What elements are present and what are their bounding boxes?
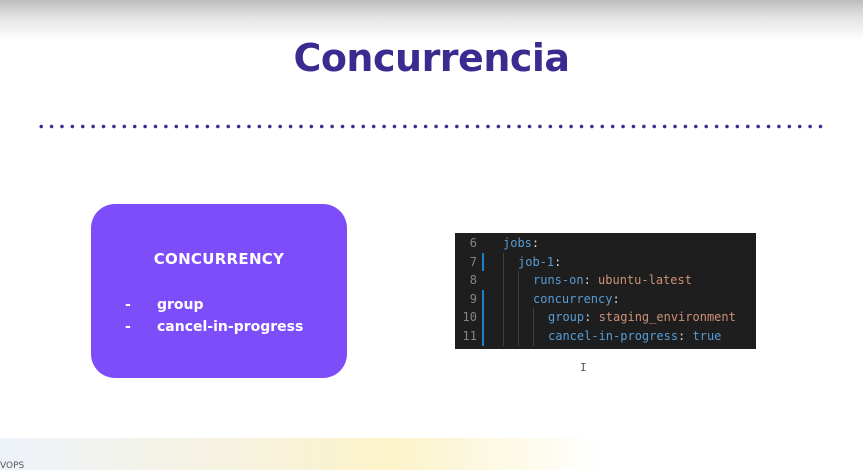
yaml-key: job-1 (518, 254, 555, 269)
line-number: 11 (462, 328, 477, 343)
concurrency-card: CONCURRENCY - group - cancel-in-progress (91, 204, 347, 378)
card-heading: CONCURRENCY (153, 250, 285, 268)
list-item-text: cancel-in-progress (157, 319, 304, 335)
code-line: 7 job-1: (455, 252, 756, 272)
list-dash: - (125, 297, 131, 313)
indent-guide (533, 308, 534, 327)
yaml-value: ubuntu-latest (598, 273, 692, 288)
line-number: 8 (469, 273, 477, 288)
yaml-separator: : (583, 273, 599, 288)
text-cursor-icon: I (580, 361, 587, 374)
indent-guide (503, 252, 504, 272)
top-shade (0, 0, 863, 40)
yaml-value: true (692, 328, 722, 343)
yaml-separator: : (612, 291, 620, 306)
indent-guide (518, 308, 519, 327)
line-number: 10 (462, 310, 477, 325)
code-line: 11 cancel-in-progress: true (455, 326, 756, 346)
modified-line-marker (482, 289, 484, 309)
line-number: 9 (469, 291, 477, 306)
code-line: 9 concurrency: (455, 289, 756, 309)
indent-guide (518, 271, 519, 290)
code-line: 10 group: staging_environment (455, 308, 756, 327)
card-list: - group - cancel-in-progress (125, 294, 303, 338)
line-number: 7 (469, 254, 477, 269)
yaml-separator: : (678, 328, 693, 343)
slide-title: Concurrencia (293, 36, 570, 80)
yaml-separator: : (531, 236, 540, 250)
indent-guide (518, 326, 519, 346)
list-item: - group (125, 294, 303, 316)
yaml-key: runs-on (533, 273, 584, 288)
code-line: 8 runs-on: ubuntu-latest (455, 271, 756, 290)
line-number: 6 (469, 236, 477, 250)
indent-guide (503, 326, 504, 346)
indent-guide (503, 289, 504, 309)
yaml-separator: : (584, 310, 599, 325)
yaml-key: cancel-in-progress (548, 328, 679, 343)
code-editor-snippet: 6 jobs: 7 job-1: 8 runs-on: ubuntu-lates… (455, 233, 756, 349)
modified-line-marker (482, 308, 484, 327)
indent-guide (503, 308, 504, 327)
list-item: - cancel-in-progress (125, 316, 303, 338)
modified-line-marker (482, 326, 484, 346)
yaml-key: concurrency (533, 291, 613, 306)
list-dash: - (125, 319, 131, 335)
yaml-separator: : (554, 254, 562, 269)
modified-line-marker (482, 252, 484, 272)
list-item-text: group (157, 297, 204, 313)
yaml-value: staging_environment (598, 310, 736, 325)
indent-guide (503, 271, 504, 290)
dotted-divider (36, 124, 829, 129)
code-line: 6 jobs: (455, 234, 756, 253)
indent-guide (518, 289, 519, 309)
yaml-key: group (548, 310, 585, 325)
indent-guide (533, 326, 534, 346)
bottom-decorative-band (0, 438, 863, 470)
yaml-key: jobs (503, 236, 532, 250)
